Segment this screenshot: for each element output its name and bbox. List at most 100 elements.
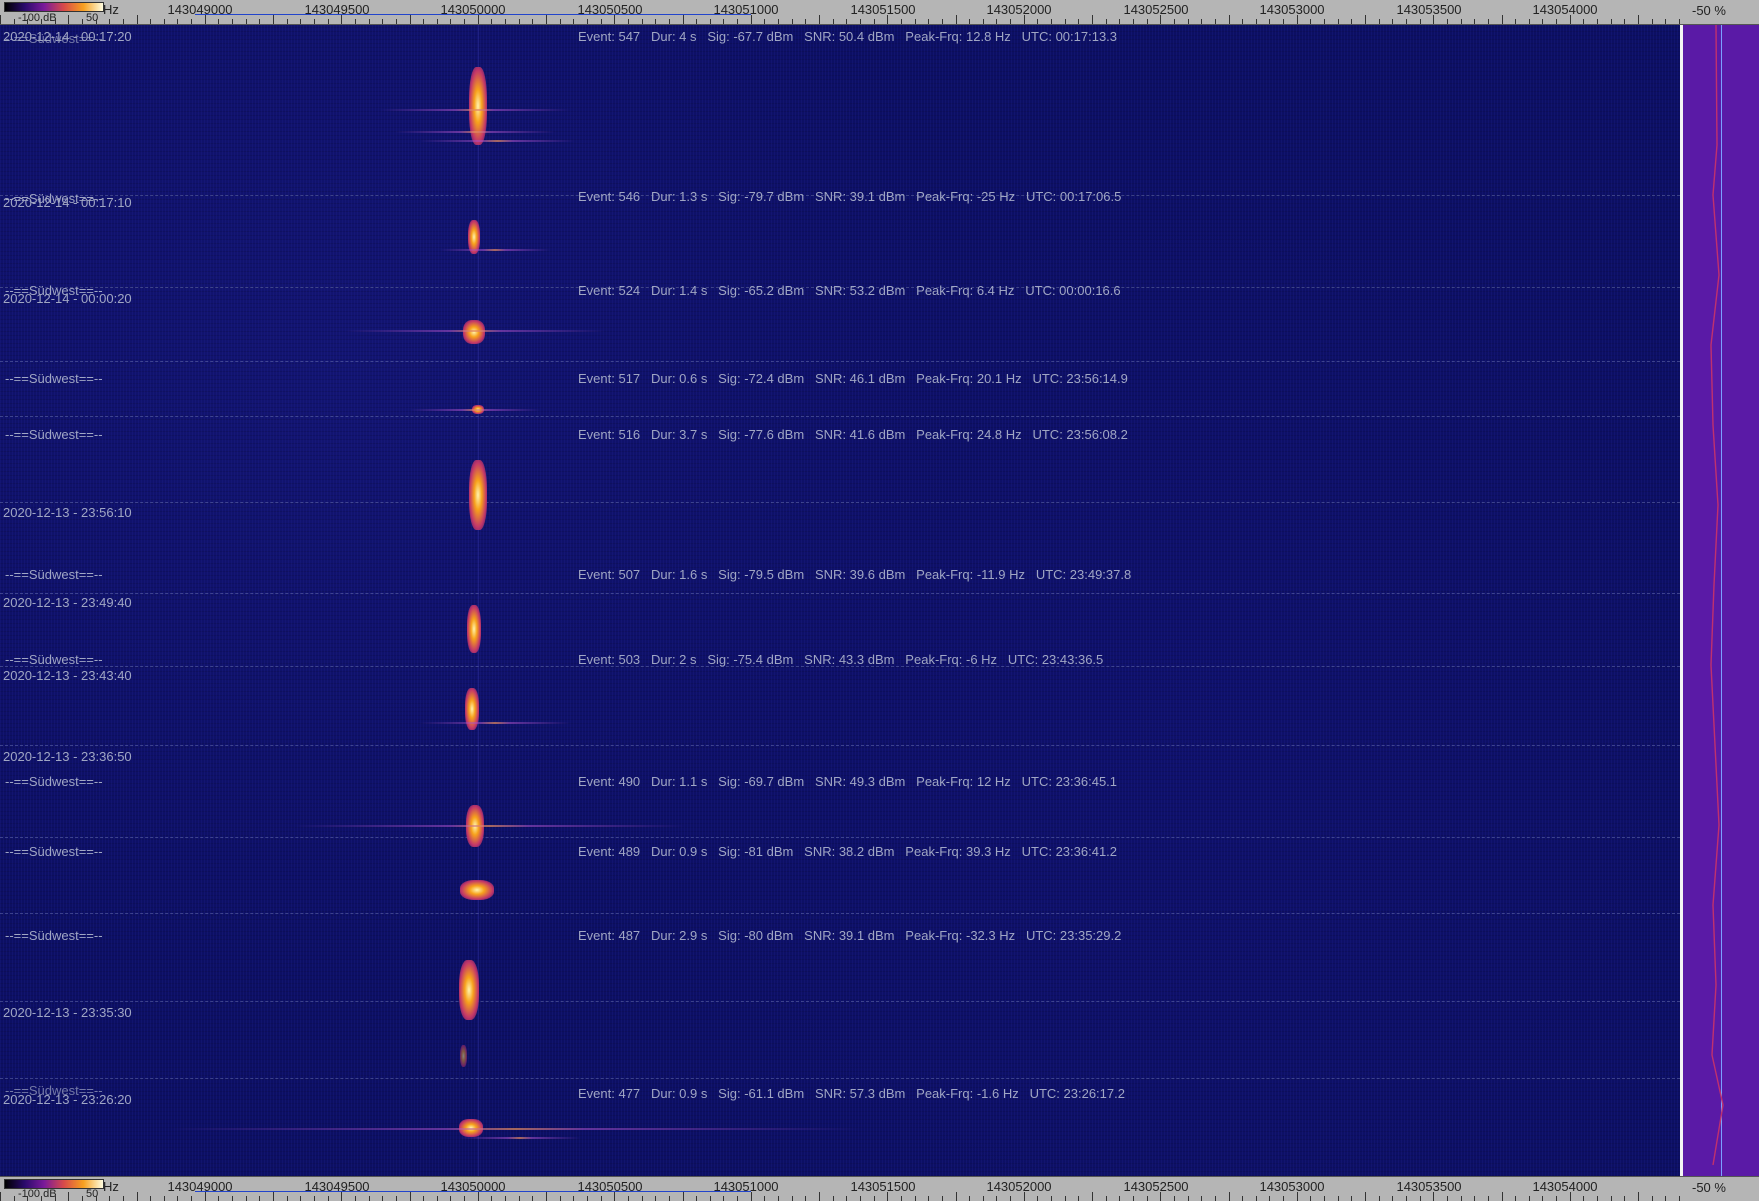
- scale-tick: [300, 1196, 302, 1201]
- scale-tick: [969, 1196, 971, 1201]
- waterfall-display[interactable]: 2020-12-14 - 00:17:20 --==Südwest==-- Ev…: [0, 25, 1680, 1176]
- scale-tick: [1665, 19, 1667, 24]
- scale-tick: [1037, 19, 1039, 24]
- scale-tick: [546, 15, 547, 24]
- event-info[interactable]: Event: 546 Dur: 1.3 s Sig: -79.7 dBm SNR…: [578, 189, 1121, 204]
- scale-tick: [682, 15, 684, 24]
- event-info[interactable]: Event: 547 Dur: 4 s Sig: -67.7 dBm SNR: …: [578, 29, 1117, 44]
- scale-tick: [709, 19, 711, 24]
- scale-tick: [1119, 1196, 1121, 1201]
- scale-tick: [1269, 19, 1271, 24]
- scale-tick: [1419, 1196, 1421, 1201]
- scale-tick: [27, 19, 29, 24]
- scale-tick: [1105, 1196, 1107, 1201]
- freq-label: 143053500: [1396, 1179, 1462, 1194]
- level-side-panel[interactable]: [1683, 25, 1759, 1176]
- location-label: --==Südwest==--: [5, 427, 103, 442]
- timestamp-label: 2020-12-13 - 23:49:40: [3, 595, 132, 610]
- row-divider: [0, 745, 1680, 746]
- scale-tick: [586, 1196, 588, 1201]
- echo-streak: [410, 409, 540, 411]
- freq-label: 143053000: [1259, 1179, 1325, 1194]
- scale-tick: [1460, 1196, 1462, 1201]
- event-info[interactable]: Event: 516 Dur: 3.7 s Sig: -77.6 dBm SNR…: [578, 427, 1128, 442]
- scale-tick: [696, 19, 698, 24]
- scale-tick: [1624, 1196, 1626, 1201]
- scale-tick: [873, 19, 875, 24]
- scale-tick: [491, 19, 493, 24]
- scale-tick: [464, 1196, 466, 1201]
- scale-tick: [982, 19, 984, 24]
- event-info[interactable]: Event: 490 Dur: 1.1 s Sig: -69.7 dBm SNR…: [578, 774, 1117, 789]
- scale-tick: [1255, 1196, 1257, 1201]
- scale-tick: [1037, 1196, 1039, 1201]
- scale-tick: [0, 15, 1, 24]
- scale-tick: [532, 19, 534, 24]
- scale-tick: [1023, 15, 1025, 24]
- scale-tick: [832, 1196, 834, 1201]
- scale-tick: [709, 1196, 711, 1201]
- scale-tick: [1446, 19, 1448, 24]
- scale-tick: [573, 1196, 575, 1201]
- scale-tick: [81, 1196, 83, 1201]
- scale-tick: [40, 19, 42, 24]
- scale-tick: [1405, 19, 1407, 24]
- meteor-echo[interactable]: [463, 320, 485, 344]
- event-info[interactable]: Event: 517 Dur: 0.6 s Sig: -72.4 dBm SNR…: [578, 371, 1128, 386]
- event-info[interactable]: Event: 524 Dur: 1.4 s Sig: -65.2 dBm SNR…: [578, 283, 1121, 298]
- meteor-echo[interactable]: [459, 960, 479, 1020]
- scale-tick: [259, 19, 261, 24]
- scale-tick: [1487, 19, 1489, 24]
- location-label: --==Südwest==--: [5, 371, 103, 386]
- event-info[interactable]: Event: 487 Dur: 2.9 s Sig: -80 dBm SNR: …: [578, 928, 1121, 943]
- scale-tick: [395, 1196, 397, 1201]
- scale-tick: [1310, 19, 1312, 24]
- scale-tick: [382, 1196, 384, 1201]
- percent-label: -50 %: [1692, 1180, 1726, 1195]
- scale-tick: [1078, 19, 1080, 24]
- meteor-echo[interactable]: [469, 67, 487, 145]
- freq-label: 143054000: [1532, 1179, 1598, 1194]
- row-divider: [0, 361, 1680, 362]
- scale-tick: [1405, 1196, 1407, 1201]
- scale-tick: [40, 1196, 42, 1201]
- meteor-echo[interactable]: [467, 605, 481, 653]
- scale-tick: [273, 15, 274, 24]
- scale-tick: [518, 19, 520, 24]
- scale-tick: [873, 1196, 875, 1201]
- location-label: --==Südwest==--: [5, 567, 103, 582]
- passband-line: [195, 14, 751, 15]
- scale-tick: [1324, 1196, 1326, 1201]
- frequency-scale-bottom[interactable]: -100 dB 50 Hz 143049000 143049500 143050…: [0, 1176, 1759, 1201]
- scale-tick: [559, 19, 561, 24]
- scale-tick: [1665, 1196, 1667, 1201]
- scale-tick: [1146, 1196, 1148, 1201]
- freq-label: 143051500: [850, 2, 916, 17]
- row-divider: [0, 837, 1680, 838]
- scale-tick: [955, 15, 957, 24]
- event-info[interactable]: Event: 503 Dur: 2 s Sig: -75.4 dBm SNR: …: [578, 652, 1103, 667]
- echo-streak: [395, 131, 555, 133]
- scale-tick: [163, 19, 165, 24]
- scale-tick: [450, 19, 452, 24]
- meteor-echo[interactable]: [469, 460, 487, 530]
- frequency-scale-top[interactable]: -100 dB 50 Hz 143049000 143049500 143050…: [0, 0, 1759, 25]
- meteor-echo[interactable]: [460, 880, 494, 900]
- location-label: --==Südwest==--: [5, 774, 103, 789]
- scale-tick: [327, 19, 329, 24]
- scale-tick: [655, 1196, 657, 1201]
- location-label: --==Südwest==--: [5, 928, 103, 943]
- scale-tick: [81, 19, 83, 24]
- scale-tick: [13, 19, 15, 24]
- event-info[interactable]: Event: 477 Dur: 0.9 s Sig: -61.1 dBm SNR…: [578, 1086, 1125, 1101]
- scale-tick: [1201, 19, 1203, 24]
- scale-tick: [1378, 1196, 1380, 1201]
- scale-tick: [928, 1196, 930, 1201]
- scale-tick: [122, 19, 124, 24]
- event-info[interactable]: Event: 507 Dur: 1.6 s Sig: -79.5 dBm SNR…: [578, 567, 1131, 582]
- scale-tick: [914, 19, 916, 24]
- scale-tick: [914, 1196, 916, 1201]
- scale-tick: [627, 1196, 629, 1201]
- scale-tick: [218, 19, 220, 24]
- event-info[interactable]: Event: 489 Dur: 0.9 s Sig: -81 dBm SNR: …: [578, 844, 1117, 859]
